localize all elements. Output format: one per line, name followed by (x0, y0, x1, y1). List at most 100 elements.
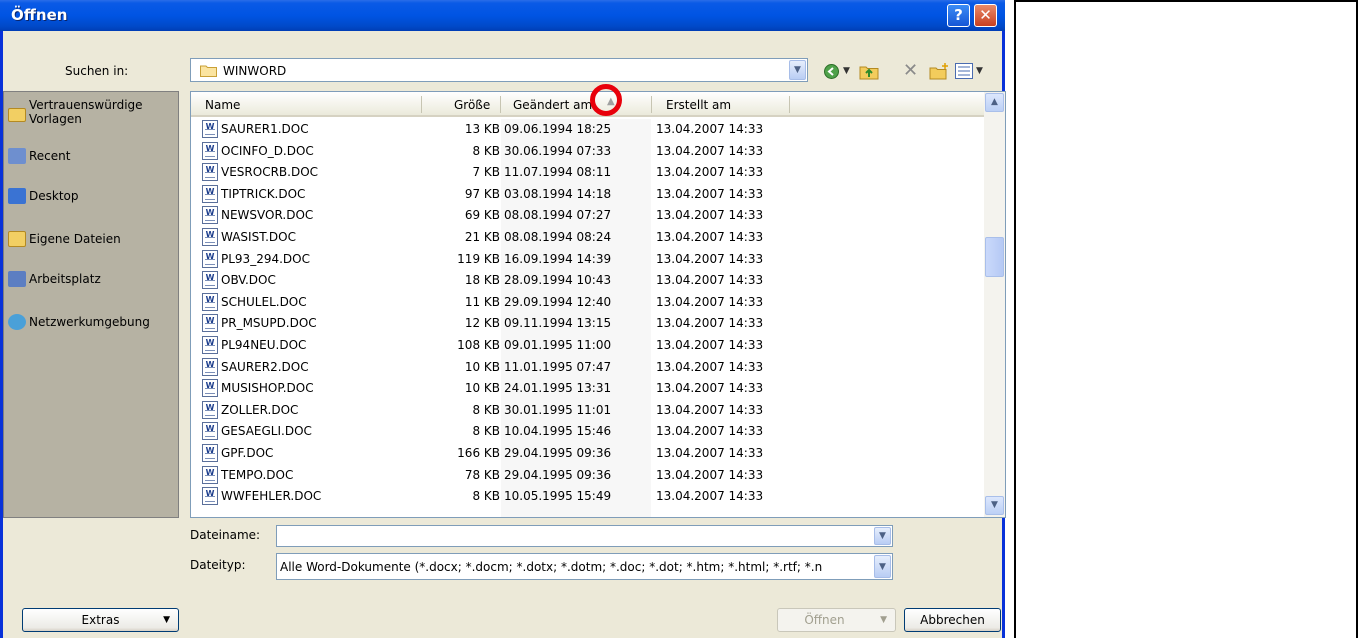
title-bar[interactable]: Öffnen ? ✕ (0, 0, 1005, 31)
file-modified: 16.09.1994 14:39 (504, 251, 612, 266)
extras-button[interactable]: Extras ▼ (22, 608, 179, 632)
file-row[interactable]: W WASIST.DOC 21 KB 08.08.1994 08:24 13.04.20… (191, 227, 985, 248)
back-dropdown-icon[interactable]: ▼ (843, 60, 850, 82)
file-created: 13.04.2007 14:33 (656, 186, 764, 201)
chevron-down-icon[interactable]: ▼ (874, 555, 891, 578)
column-separator[interactable] (500, 96, 501, 113)
file-list[interactable]: Name Größe Geändert am ▲ Erstellt am W SA… (190, 91, 1006, 518)
file-row[interactable]: W OBV.DOC 18 KB 28.09.1994 10:43 13.04.2007 … (191, 270, 985, 291)
column-created-header[interactable]: Erstellt am (666, 98, 731, 112)
close-button[interactable]: ✕ (974, 4, 997, 27)
place-label: Eigene Dateien (29, 232, 121, 246)
file-row[interactable]: W SCHULEL.DOC 11 KB 29.09.1994 12:40 13.04.2… (191, 292, 985, 313)
file-name: WWFEHLER.DOC (221, 489, 322, 504)
page-divider-right (1356, 0, 1358, 638)
word-document-icon: W (202, 184, 218, 203)
word-document-icon: W (202, 444, 218, 462)
file-row[interactable]: W SAURER1.DOC 13 KB 09.06.1994 18:25 13.04.2… (191, 119, 985, 140)
column-separator[interactable] (421, 96, 422, 113)
lookin-label: Suchen in: (65, 64, 129, 78)
file-size: 11 KB (464, 294, 500, 309)
column-name-header[interactable]: Name (205, 98, 240, 112)
my-computer-icon (8, 271, 26, 287)
open-dialog: Öffnen ? ✕ Suchen in: WINWORD ▼ ▼ ✕ ▼ Ve… (0, 0, 1006, 638)
chevron-down-icon[interactable]: ▼ (874, 527, 891, 545)
file-size: 10 KB (464, 381, 500, 396)
file-name: NEWSVOR.DOC (221, 208, 314, 223)
file-size: 97 KB (464, 186, 500, 201)
file-size: 12 KB (464, 316, 500, 331)
word-document-icon: W (202, 206, 218, 225)
file-size: 21 KB (464, 230, 500, 244)
file-row[interactable]: W WWFEHLER.DOC 8 KB 10.05.1995 15:49 13.04.2… (191, 486, 985, 507)
file-created: 13.04.2007 14:33 (656, 402, 764, 417)
file-created: 13.04.2007 14:33 (656, 446, 764, 460)
scroll-up-icon[interactable]: ▲ (985, 93, 1004, 112)
word-document-icon: W (202, 228, 218, 246)
cancel-button[interactable]: Abbrechen (904, 608, 1001, 632)
file-row[interactable]: W PR_MSUPD.DOC 12 KB 09.11.1994 13:15 13.04.… (191, 313, 985, 334)
lookin-combobox[interactable]: WINWORD ▼ (190, 58, 808, 82)
my-documents-icon (8, 231, 26, 247)
filetype-select[interactable]: Alle Word-Dokumente (*.docx; *.docm; *.d… (276, 553, 893, 580)
file-row[interactable]: W MUSISHOP.DOC 10 KB 24.01.1995 13:31 13.04.… (191, 378, 985, 399)
file-row[interactable]: W GESAEGLI.DOC 8 KB 10.04.1995 15:46 13.04.2… (191, 421, 985, 442)
help-button[interactable]: ? (947, 4, 970, 27)
file-row[interactable]: W TEMPO.DOC 78 KB 29.04.1995 09:36 13.04.200… (191, 465, 985, 486)
scroll-thumb[interactable] (985, 237, 1004, 277)
column-size-header[interactable]: Größe (454, 98, 490, 112)
file-row[interactable]: W SAURER2.DOC 10 KB 11.01.1995 07:47 13.04.2… (191, 357, 985, 378)
extras-label: Extras (81, 613, 120, 627)
file-created: 13.04.2007 14:33 (656, 467, 764, 482)
file-created: 13.04.2007 14:33 (656, 230, 764, 244)
file-modified: 10.05.1995 15:49 (504, 489, 612, 504)
new-folder-icon[interactable] (929, 60, 949, 82)
file-row[interactable]: W OCINFO_D.DOC 8 KB 30.06.1994 07:33 13.04.2… (191, 141, 985, 162)
file-row[interactable]: W PL93_294.DOC 119 KB 16.09.1994 14:39 13.04… (191, 249, 985, 270)
file-created: 13.04.2007 14:33 (656, 338, 764, 352)
file-created: 13.04.2007 14:33 (656, 165, 764, 180)
file-created: 13.04.2007 14:33 (656, 316, 764, 331)
file-name: PL93_294.DOC (221, 251, 310, 266)
vertical-scrollbar[interactable]: ▲ ▼ (984, 92, 1005, 517)
file-size: 78 KB (464, 467, 500, 482)
column-separator[interactable] (789, 96, 790, 113)
scroll-down-icon[interactable]: ▼ (985, 496, 1004, 515)
places-bar: Vertrauenswürdige Vorlagen Recent Deskto… (3, 91, 179, 518)
file-modified: 10.04.1995 15:46 (504, 424, 612, 439)
place-label: Recent (29, 149, 71, 163)
file-created: 13.04.2007 14:33 (656, 381, 764, 396)
file-row[interactable]: W VESROCRB.DOC 7 KB 11.07.1994 08:11 13.04.2… (191, 162, 985, 183)
delete-icon[interactable]: ✕ (903, 60, 918, 82)
desktop-icon (8, 188, 26, 204)
file-size: 13 KB (464, 122, 500, 136)
folder-icon (200, 65, 217, 77)
page-divider-top (1014, 0, 1358, 2)
file-name: TEMPO.DOC (221, 467, 294, 482)
file-row[interactable]: W ZOLLER.DOC 8 KB 30.01.1995 11:01 13.04.200… (191, 400, 985, 421)
column-separator[interactable] (651, 96, 652, 113)
file-name: PR_MSUPD.DOC (221, 316, 317, 331)
file-row[interactable]: W NEWSVOR.DOC 69 KB 08.08.1994 07:27 13.04.2… (191, 205, 985, 226)
word-document-icon: W (202, 120, 218, 138)
file-created: 13.04.2007 14:33 (656, 122, 764, 136)
views-dropdown-icon[interactable]: ▼ (976, 60, 983, 82)
file-created: 13.04.2007 14:33 (656, 294, 764, 309)
file-row[interactable]: W GPF.DOC 166 KB 29.04.1995 09:36 13.04.2007… (191, 443, 985, 464)
filename-input[interactable]: ▼ (276, 525, 893, 547)
file-name: TIPTRICK.DOC (221, 186, 306, 201)
file-name: ZOLLER.DOC (221, 402, 299, 417)
views-icon[interactable] (955, 60, 973, 82)
open-button[interactable]: Öffnen ▼ (777, 608, 896, 632)
column-modified-header[interactable]: Geändert am (513, 98, 592, 112)
open-label: Öffnen (804, 613, 845, 627)
file-name: MUSISHOP.DOC (221, 381, 314, 396)
file-modified: 11.07.1994 08:11 (504, 165, 612, 180)
back-icon[interactable] (823, 60, 840, 82)
file-row[interactable]: W PL94NEU.DOC 108 KB 09.01.1995 11:00 13.04.… (191, 335, 985, 356)
chevron-down-icon[interactable]: ▼ (789, 60, 806, 80)
word-document-icon: W (202, 314, 218, 333)
up-folder-icon[interactable] (859, 60, 879, 82)
file-row[interactable]: W TIPTRICK.DOC 97 KB 03.08.1994 14:18 13.04.… (191, 184, 985, 205)
file-name: VESROCRB.DOC (221, 165, 319, 180)
